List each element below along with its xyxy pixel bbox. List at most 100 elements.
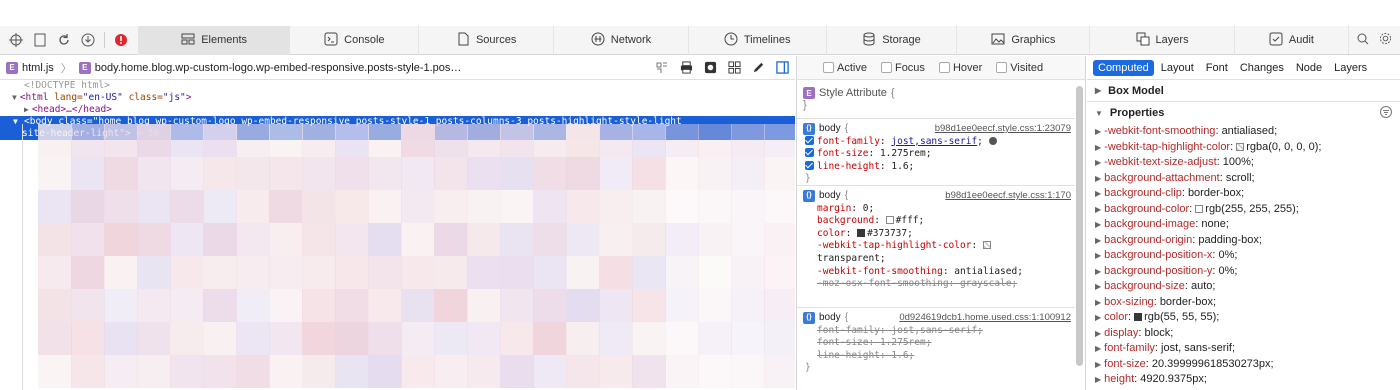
filter-hover[interactable]: Hover xyxy=(938,62,982,74)
collapsed-triangle-icon[interactable]: ▶ xyxy=(1095,360,1101,369)
tab-audit[interactable]: Audit xyxy=(1233,25,1348,55)
rule-source-link[interactable]: 0d924619dcb1.home.used.css:1:100912 xyxy=(899,312,1071,325)
computed-property-row[interactable]: ▶ background-clip: border-box; xyxy=(1095,186,1400,202)
collapsed-triangle-icon[interactable]: ▶ xyxy=(1095,236,1101,245)
declaration-overridden[interactable]: font-family: jost,sans-serif; xyxy=(803,325,1071,338)
rule-selector[interactable]: body xyxy=(819,312,841,325)
grid-overlay-icon[interactable] xyxy=(655,61,669,75)
declaration[interactable]: background: #fff; xyxy=(803,215,1071,228)
rule-selector[interactable]: body xyxy=(819,123,841,136)
color-swatch[interactable] xyxy=(885,216,894,225)
filter-active[interactable]: Active xyxy=(823,62,867,74)
declaration[interactable]: margin: 0; xyxy=(803,203,1071,216)
expanded-triangle-icon[interactable]: ▼ xyxy=(12,93,17,102)
filter-visited[interactable]: Visited xyxy=(996,62,1043,74)
filter-focus[interactable]: Focus xyxy=(880,62,925,74)
computed-property-row[interactable]: ▶ height: 4920.9375px; xyxy=(1095,372,1400,388)
collapsed-triangle-icon[interactable]: ▶ xyxy=(1095,329,1101,338)
computed-property-row[interactable]: ▶ background-position-x: 0%; xyxy=(1095,248,1400,264)
color-swatch[interactable] xyxy=(1195,204,1204,213)
dom-html-node[interactable]: ▼ <html lang="en-US" class="js"> xyxy=(0,92,795,104)
property-value[interactable]: jost,sans-serif xyxy=(891,136,977,147)
color-swatch[interactable] xyxy=(1236,142,1245,151)
declaration-overridden[interactable]: font-size: 1.275rem; xyxy=(803,337,1071,350)
edit-pencil-icon[interactable] xyxy=(751,61,765,75)
computed-property-row[interactable]: ▶ display: block; xyxy=(1095,326,1400,342)
dom-head-node[interactable]: ▶ <head>…</head> xyxy=(0,104,795,116)
checkbox[interactable] xyxy=(823,62,834,73)
enabled-checkbox[interactable] xyxy=(805,148,814,158)
tab-computed[interactable]: Computed xyxy=(1093,59,1154,76)
settings-gear-icon[interactable] xyxy=(1379,32,1392,48)
tab-changes[interactable]: Changes xyxy=(1235,60,1289,76)
tab-graphics[interactable]: Graphics xyxy=(956,25,1089,55)
declaration[interactable]: font-family: jost,sans-serif; xyxy=(803,135,1071,149)
rule-source-link[interactable]: b98d1ee0eecf.style.css:1:170 xyxy=(945,190,1071,203)
filter-icon[interactable] xyxy=(1380,105,1392,121)
collapsed-triangle-icon[interactable]: ▶ xyxy=(1095,158,1101,167)
download-icon[interactable] xyxy=(80,32,96,48)
declaration[interactable]: -webkit-tap-highlight-color: xyxy=(803,240,1071,253)
rule-source-link[interactable]: b98d1ee0eecf.style.css:1:23079 xyxy=(935,123,1071,136)
computed-property-row[interactable]: ▶ font-family: jost, sans-serif; xyxy=(1095,341,1400,357)
declaration[interactable]: line-height: 1.6; xyxy=(803,160,1071,174)
reload-icon[interactable] xyxy=(56,32,72,48)
tab-layout[interactable]: Layout xyxy=(1156,60,1199,76)
rule-selector[interactable]: body xyxy=(819,190,841,203)
tab-node[interactable]: Node xyxy=(1291,60,1327,76)
tab-timelines[interactable]: Timelines xyxy=(687,25,826,55)
collapsed-triangle-icon[interactable]: ▶ xyxy=(1095,205,1101,214)
collapsed-triangle-icon[interactable]: ▶ xyxy=(1095,189,1101,198)
collapsed-triangle-icon[interactable]: ▶ xyxy=(1095,220,1101,229)
collapsed-triangle-icon[interactable]: ▶ xyxy=(24,105,29,114)
tab-layers-sidebar[interactable]: Layers xyxy=(1329,60,1372,76)
color-swatch[interactable] xyxy=(1134,313,1143,321)
declaration[interactable]: color: #373737; xyxy=(803,228,1071,241)
computed-property-row[interactable]: ▶ background-position-y: 0%; xyxy=(1095,264,1400,280)
box-model-section[interactable]: ▶ Box Model xyxy=(1087,80,1400,102)
info-icon[interactable] xyxy=(988,136,997,145)
computed-property-row[interactable]: ▶ background-image: none; xyxy=(1095,217,1400,233)
enabled-checkbox[interactable] xyxy=(805,160,814,170)
collapsed-triangle-icon[interactable]: ▶ xyxy=(1095,174,1101,183)
computed-property-row[interactable]: ▶ box-sizing: border-box; xyxy=(1095,295,1400,311)
tab-storage[interactable]: Storage xyxy=(825,25,957,55)
declaration-overridden[interactable]: line-height: 1.6; xyxy=(803,350,1071,363)
declaration[interactable]: -webkit-font-smoothing: antialiased; xyxy=(803,266,1071,279)
tab-font[interactable]: Font xyxy=(1201,60,1233,76)
toggle-sidebar-icon[interactable] xyxy=(775,61,789,75)
collapsed-triangle-icon[interactable]: ▶ xyxy=(1095,344,1101,353)
collapsed-triangle-icon[interactable]: ▶ xyxy=(1095,282,1101,291)
collapsed-triangle-icon[interactable]: ▶ xyxy=(1095,86,1101,95)
computed-property-row[interactable]: ▶ -webkit-font-smoothing: antialiased; xyxy=(1095,124,1400,140)
color-swatch[interactable] xyxy=(857,228,866,237)
properties-section[interactable]: ▼ Properties xyxy=(1087,102,1400,124)
print-icon[interactable] xyxy=(679,61,693,75)
search-icon[interactable] xyxy=(1357,33,1369,48)
tab-layers[interactable]: Layers xyxy=(1089,25,1234,55)
expanded-triangle-icon[interactable]: ▼ xyxy=(1095,109,1103,118)
error-icon[interactable] xyxy=(113,32,129,48)
tab-elements[interactable]: Elements xyxy=(137,25,290,55)
collapsed-triangle-icon[interactable]: ▶ xyxy=(1095,127,1101,136)
tab-sources[interactable]: Sources xyxy=(418,25,553,55)
enabled-checkbox[interactable] xyxy=(805,135,814,145)
declaration[interactable]: font-size: 1.275rem; xyxy=(803,148,1071,161)
computed-property-row[interactable]: ▶ -webkit-tap-highlight-color: rgba(0, 0,… xyxy=(1095,140,1400,156)
styles-scrollbar[interactable] xyxy=(1076,86,1083,366)
tab-console[interactable]: Console xyxy=(289,25,418,55)
breadcrumb-item-html[interactable]: html.js xyxy=(22,62,54,74)
element-picker-icon[interactable] xyxy=(8,32,24,48)
dock-icon[interactable] xyxy=(32,32,48,48)
dark-mode-icon[interactable] xyxy=(703,61,717,75)
computed-property-row[interactable]: ▶ -webkit-text-size-adjust: 100%; xyxy=(1095,155,1400,171)
collapsed-triangle-icon[interactable]: ▶ xyxy=(1095,375,1101,384)
collapsed-triangle-icon[interactable]: ▶ xyxy=(1095,251,1101,260)
collapsed-triangle-icon[interactable]: ▶ xyxy=(1095,143,1101,152)
checkbox[interactable] xyxy=(880,62,892,73)
collapsed-triangle-icon[interactable]: ▶ xyxy=(1095,313,1101,322)
breadcrumb-item-body[interactable]: body.home.blog.wp-custom-logo.wp-embed-r… xyxy=(95,62,462,74)
tab-network[interactable]: Network xyxy=(553,25,688,55)
checkbox[interactable] xyxy=(996,62,1008,73)
computed-property-row[interactable]: ▶ background-attachment: scroll; xyxy=(1095,171,1400,187)
